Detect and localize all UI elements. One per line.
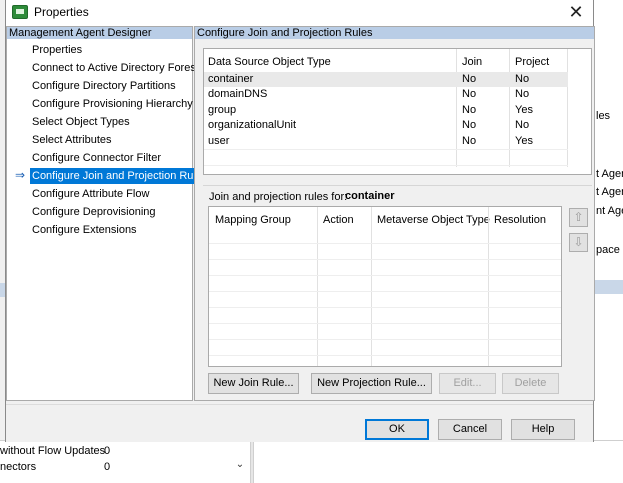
mapping-rules-table[interactable]: Mapping Group Action Metaverse Object Ty… [208, 206, 562, 367]
cell-project: No [515, 119, 530, 131]
cell-object-type: group [208, 104, 237, 116]
row-divider [209, 275, 561, 276]
nav-panel-header: Management Agent Designer [7, 27, 192, 39]
nav-item-join-projection[interactable]: Configure Join and Projection Rules [30, 168, 210, 184]
nav-item-directory-partitions[interactable]: Configure Directory Partitions [30, 78, 178, 94]
row-divider [204, 165, 568, 166]
nav-item-connector-filter[interactable]: Configure Connector Filter [30, 150, 163, 166]
background-row-value: 0 [104, 445, 111, 457]
title-bar: Properties ✕ [6, 0, 593, 26]
cell-object-type: container [208, 73, 254, 85]
move-down-button[interactable]: ⇩ [569, 233, 588, 252]
row-divider [209, 307, 561, 308]
help-button[interactable]: Help [511, 419, 575, 440]
background-splitter[interactable] [250, 441, 254, 483]
row-divider [209, 323, 561, 324]
cell-object-type: domainDNS [208, 88, 268, 100]
cell-join: No [462, 119, 477, 131]
background-right-label: pace [596, 244, 620, 256]
column-header-action[interactable]: Action [323, 214, 354, 226]
background-row-label: nectors [0, 461, 37, 473]
window-title: Properties [34, 5, 89, 19]
delete-button[interactable]: Delete [502, 373, 559, 394]
row-divider [209, 291, 561, 292]
panel-header: Configure Join and Projection Rules [195, 27, 594, 39]
table-row[interactable]: organizationalUnit No No [204, 118, 568, 133]
background-right-label: t Ager [596, 186, 623, 198]
new-join-rule-button[interactable]: New Join Rule... [208, 373, 299, 394]
edit-button[interactable]: Edit... [439, 373, 496, 394]
chevron-down-icon[interactable]: ⌄ [234, 459, 246, 473]
table-row[interactable]: user No Yes [204, 134, 568, 149]
column-header-object-type[interactable]: Data Source Object Type [208, 56, 331, 68]
nav-item-extensions[interactable]: Configure Extensions [30, 222, 139, 238]
table-row[interactable]: group No Yes [204, 103, 568, 118]
column-header-mapping-group[interactable]: Mapping Group [215, 214, 291, 226]
column-separator [488, 207, 489, 366]
row-divider [209, 243, 561, 244]
properties-dialog: Properties ✕ Management Agent Designer P… [5, 0, 595, 442]
background-right-panel [594, 30, 623, 440]
close-icon: ✕ [568, 2, 584, 22]
background-right-label: nt Age [596, 205, 623, 217]
column-header-resolution[interactable]: Resolution [494, 214, 546, 226]
background-right-label: t Ager [596, 168, 623, 180]
cell-project: Yes [515, 135, 533, 147]
cell-project: No [515, 73, 530, 85]
dialog-footer: OK Cancel Help [6, 404, 593, 442]
rules-for-label: Join and projection rules for: [209, 191, 348, 203]
new-projection-rule-button[interactable]: New Projection Rule... [311, 373, 432, 394]
background-bottom-list: without Flow Updates 0 nectors 0 ⌄ [0, 440, 623, 483]
row-divider [204, 149, 568, 150]
nav-item-attributes[interactable]: Select Attributes [30, 132, 114, 148]
cell-project: Yes [515, 104, 533, 116]
background-row: without Flow Updates 0 [0, 445, 110, 457]
column-header-join[interactable]: Join [462, 56, 482, 68]
arrow-up-icon: ⇧ [573, 210, 584, 224]
cell-object-type: user [208, 135, 230, 147]
background-row: nectors 0 [0, 461, 110, 473]
rules-for-value: container [345, 190, 395, 202]
cell-join: No [462, 88, 477, 100]
column-separator [317, 207, 318, 366]
column-header-metaverse-type[interactable]: Metaverse Object Type [377, 214, 490, 226]
nav-item-object-types[interactable]: Select Object Types [30, 114, 132, 130]
cell-object-type: organizationalUnit [208, 119, 297, 131]
table-row[interactable]: domainDNS No No [204, 87, 568, 102]
join-projection-panel: Configure Join and Projection Rules Data… [194, 26, 595, 401]
column-separator [371, 207, 372, 366]
nav-item-properties[interactable]: Properties [30, 42, 84, 58]
row-divider [209, 259, 561, 260]
arrow-down-icon: ⇩ [573, 235, 584, 249]
ok-button[interactable]: OK [365, 419, 429, 440]
nav-item-deprovisioning[interactable]: Configure Deprovisioning [30, 204, 158, 220]
cell-join: No [462, 104, 477, 116]
nav-item-provisioning-hierarchy[interactable]: Configure Provisioning Hierarchy [30, 96, 195, 112]
background-row-value: 0 [104, 461, 111, 473]
background-right-label: les [596, 110, 611, 122]
arrow-right-icon: ⇒ [15, 168, 26, 182]
row-divider [209, 339, 561, 340]
nav-item-connect-forest[interactable]: Connect to Active Directory Forest [30, 60, 201, 76]
table-row[interactable]: container No No [204, 72, 568, 87]
background-row-label: without Flow Updates [0, 445, 106, 457]
cell-project: No [515, 88, 530, 100]
nav-item-attribute-flow[interactable]: Configure Attribute Flow [30, 186, 151, 202]
app-icon [12, 5, 28, 19]
cell-join: No [462, 135, 477, 147]
row-divider [209, 355, 561, 356]
rules-group: Join and projection rules for: container… [203, 185, 592, 396]
background-right-band [594, 280, 623, 294]
close-button[interactable]: ✕ [559, 0, 593, 26]
column-header-project[interactable]: Project [515, 56, 549, 68]
cell-join: No [462, 73, 477, 85]
object-type-table[interactable]: Data Source Object Type Join Project con… [203, 48, 592, 175]
designer-nav-panel: Management Agent Designer Properties Con… [6, 26, 210, 401]
cancel-button[interactable]: Cancel [438, 419, 502, 440]
move-up-button[interactable]: ⇧ [569, 208, 588, 227]
